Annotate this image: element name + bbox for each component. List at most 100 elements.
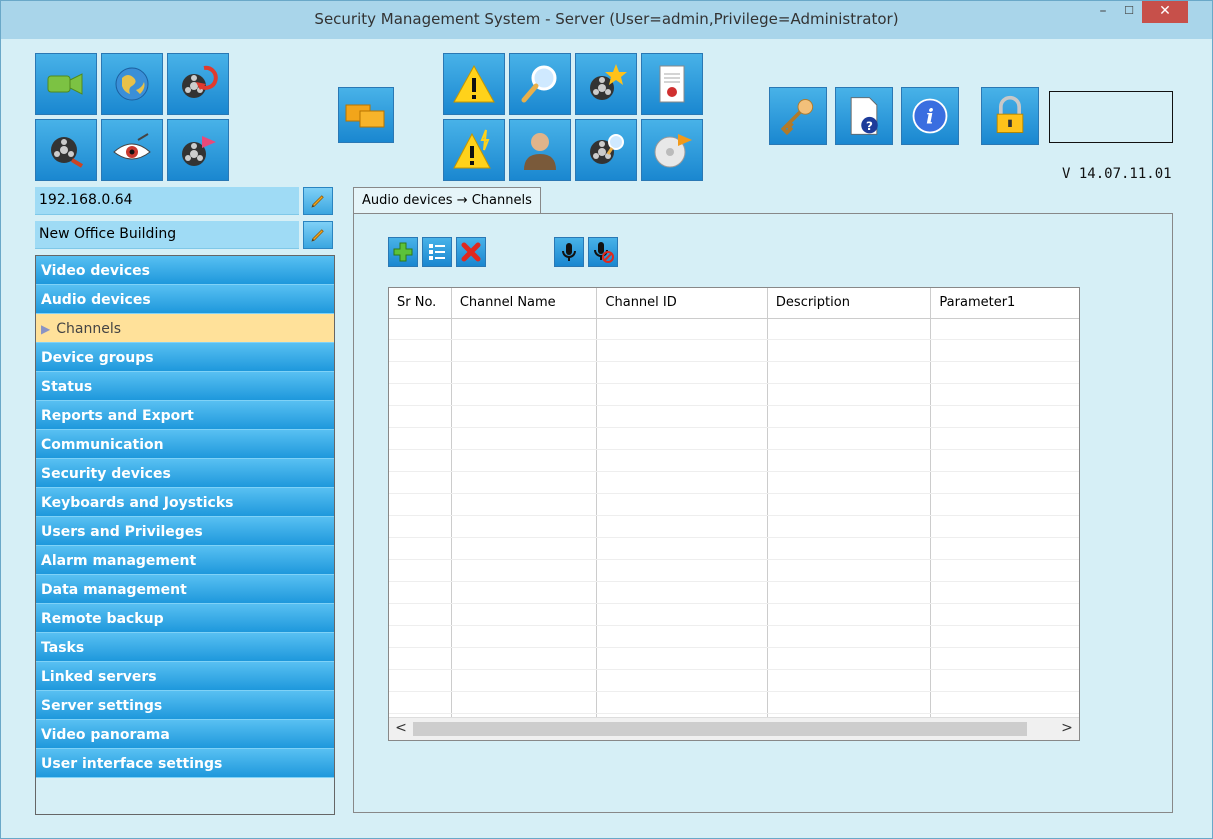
nav-item-reports-and-export[interactable]: Reports and Export [36,401,334,430]
edit-ip-button[interactable] [303,187,333,215]
nav-item-alarm-management[interactable]: Alarm management [36,546,334,575]
film-search-button[interactable] [575,119,637,181]
warning-button[interactable] [443,53,505,115]
nav-item-remote-backup[interactable]: Remote backup [36,604,334,633]
table-cell [389,648,452,669]
info-button[interactable]: i [901,87,959,145]
eye-button[interactable] [101,119,163,181]
minimize-button[interactable]: – [1090,1,1116,23]
globe-button[interactable] [101,53,163,115]
list-button[interactable] [422,237,452,267]
warning-flash-button[interactable] [443,119,505,181]
nav-item-users-and-privileges[interactable]: Users and Privileges [36,517,334,546]
nav-item-security-devices[interactable]: Security devices [36,459,334,488]
nav-item-channels[interactable]: ▶ Channels [36,314,334,343]
nav-item-data-management[interactable]: Data management [36,575,334,604]
table-cell [931,670,1079,691]
nav-item-linked-servers[interactable]: Linked servers [36,662,334,691]
table-cell [931,494,1079,515]
table-row [389,538,1079,560]
user-button[interactable] [509,119,571,181]
report-button[interactable] [641,53,703,115]
key-button[interactable] [769,87,827,145]
nav-item-audio-devices[interactable]: Audio devices [36,285,334,314]
table-cell [931,406,1079,427]
table-cell [597,538,768,559]
help-document-button[interactable]: ? [835,87,893,145]
nav-item-label: Users and Privileges [41,524,203,540]
nav-item-video-devices[interactable]: Video devices [36,256,334,285]
column-header-channel-name[interactable]: Channel Name [452,288,598,318]
nav-item-communication[interactable]: Communication [36,430,334,459]
nav-item-label: Remote backup [41,611,164,627]
film-export-button[interactable] [167,119,229,181]
table-cell [452,362,598,383]
table-cell [597,318,768,339]
maximize-button[interactable]: ☐ [1116,1,1142,23]
scroll-thumb[interactable] [413,722,1027,736]
column-header-description[interactable]: Description [768,288,932,318]
nav-item-label: Alarm management [41,553,197,569]
nav-item-label: Linked servers [41,669,157,685]
window-title: Security Management System - Server (Use… [314,10,899,28]
scroll-left-button[interactable]: < [393,720,409,736]
table-cell [389,560,452,581]
film-refresh-button[interactable] [167,53,229,115]
table-cell [768,648,932,669]
table-body [389,318,1079,736]
nav-item-device-groups[interactable]: Device groups [36,343,334,372]
nav-item-tasks[interactable]: Tasks [36,633,334,662]
camera-button[interactable] [35,53,97,115]
table-cell [452,406,598,427]
windows-button[interactable] [338,87,394,143]
table-row [389,384,1079,406]
table-cell [768,428,932,449]
column-header-parameter1[interactable]: Parameter1 [931,288,1079,318]
table-cell [452,450,598,471]
close-button[interactable]: ✕ [1142,1,1188,23]
horizontal-scrollbar[interactable]: < > [389,717,1079,740]
edit-site-button[interactable] [303,221,333,249]
add-button[interactable] [388,237,418,267]
table-cell [452,582,598,603]
nav-item-label: Device groups [41,350,154,366]
table-cell [768,450,932,471]
scroll-right-button[interactable]: > [1059,720,1075,736]
channels-table[interactable]: Sr No. Channel Name Channel ID Descripti… [388,287,1080,741]
microphone-off-button[interactable] [588,237,618,267]
disc-export-icon [654,134,692,168]
table-cell [389,384,452,405]
table-cell [931,450,1079,471]
lock-button[interactable] [981,87,1039,145]
table-cell [597,472,768,493]
table-cell [452,560,598,581]
table-row [389,604,1079,626]
microphone-button[interactable] [554,237,584,267]
film-reel-button[interactable] [35,119,97,181]
magnifier-button[interactable] [509,53,571,115]
tab-audio-channels[interactable]: Audio devices → Channels [353,187,541,215]
table-cell [768,538,932,559]
table-cell [768,318,932,339]
table-cell [452,384,598,405]
table-cell [597,670,768,691]
column-header-sr-no[interactable]: Sr No. [389,288,452,318]
nav-item-keyboards-and-joysticks[interactable]: Keyboards and Joysticks [36,488,334,517]
film-star-button[interactable] [575,53,637,115]
nav-item-video-panorama[interactable]: Video panorama [36,720,334,749]
nav-item-status[interactable]: Status [36,372,334,401]
table-cell [768,626,932,647]
nav-item-user-interface-settings[interactable]: User interface settings [36,749,334,778]
camera-icon [47,73,83,95]
table-row [389,516,1079,538]
column-header-channel-id[interactable]: Channel ID [597,288,768,318]
nav-item-label: Status [41,379,93,395]
disc-export-button[interactable] [641,119,703,181]
nav-item-server-settings[interactable]: Server settings [36,691,334,720]
add-icon [393,242,413,262]
nav-item-label: Video devices [41,263,150,279]
film-star-icon [590,64,627,100]
delete-button[interactable] [456,237,486,267]
lock-status-box [1049,91,1173,143]
nav-item-label: Video panorama [41,727,170,743]
